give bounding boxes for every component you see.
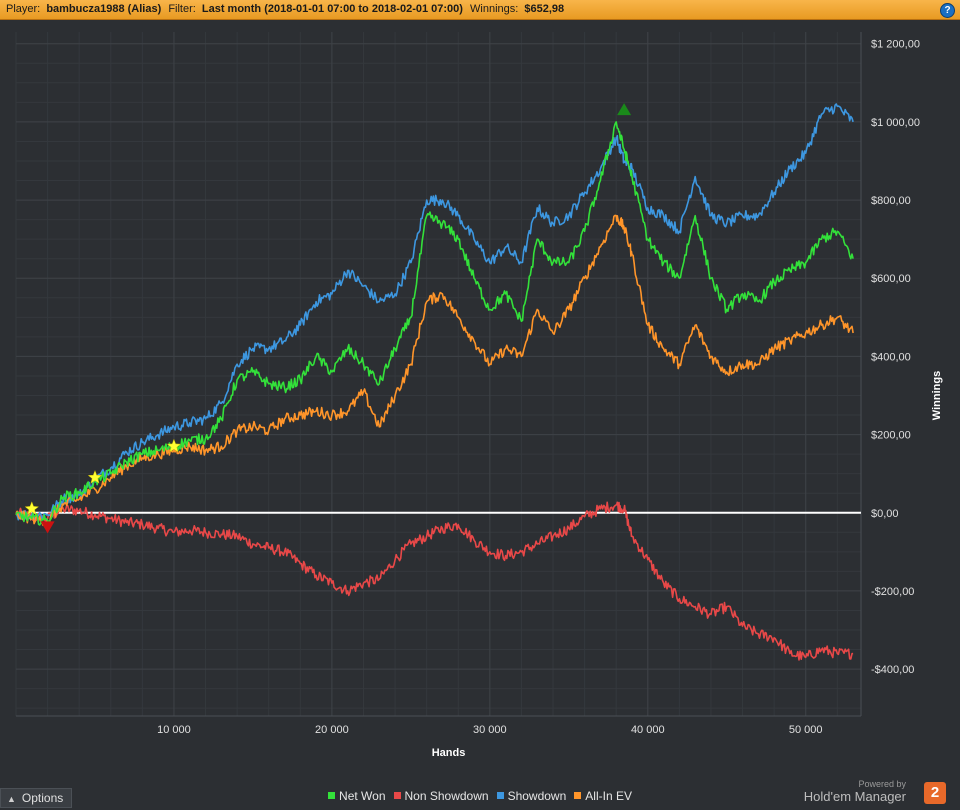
legend-label: Net Won <box>339 789 386 803</box>
winnings-graph[interactable]: 10 000 20 000 30 000 40 000 50 000 $1 200,00 $… <box>0 20 960 788</box>
winnings-label: Winnings: <box>470 3 519 15</box>
winnings-value: $652,98 <box>524 3 565 15</box>
y-tick-label: $1 200,00 <box>871 39 920 51</box>
y-tick-label: $600,00 <box>871 273 911 285</box>
y-tick-label: $400,00 <box>871 351 911 363</box>
legend-swatch <box>328 792 336 799</box>
y-tick-label: -$400,00 <box>871 664 914 676</box>
player-label: Player: <box>6 3 41 15</box>
x-axis-title: Hands <box>432 747 466 759</box>
legend-item-showdown[interactable]: Showdown <box>496 788 567 804</box>
legend-swatch <box>496 792 504 799</box>
y-tick-label: $800,00 <box>871 195 911 207</box>
legend-item-net-won[interactable]: Net Won <box>328 788 386 804</box>
filter-label: Filter: <box>168 3 196 15</box>
chart-svg: 10 000 20 000 30 000 40 000 50 000 $1 200,00 $… <box>15 32 943 759</box>
y-tick-label: $200,00 <box>871 430 911 442</box>
brand-block: Powered by Hold'em Manager 2 <box>796 779 946 807</box>
legend-swatch <box>574 792 582 799</box>
x-tick-label: 10 000 <box>157 724 191 736</box>
legend-item-all-in-ev[interactable]: All-In EV <box>574 788 632 804</box>
y-axis-title: Winnings <box>931 371 943 420</box>
powered-by-text: Powered by <box>858 779 906 789</box>
player-value[interactable]: bambucza1988 (Alias) <box>46 3 161 15</box>
x-tick-label: 20 000 <box>315 724 349 736</box>
filter-bar: Player: bambucza1988 (Alias) Filter: Las… <box>0 0 960 20</box>
x-tick-label: 30 000 <box>473 724 507 736</box>
brand-name: Hold'em Manager <box>803 789 906 804</box>
legend-label: Showdown <box>507 789 567 803</box>
legend-label: Non Showdown <box>404 789 489 803</box>
legend-swatch <box>393 792 401 799</box>
y-tick-label: -$200,00 <box>871 586 914 598</box>
filter-value[interactable]: Last month (2018-01-01 07:00 to 2018-02-… <box>202 3 463 15</box>
x-tick-label: 50 000 <box>789 724 823 736</box>
y-tick-label: $1 000,00 <box>871 117 920 129</box>
x-tick-label: 40 000 <box>631 724 665 736</box>
legend-label: All-In EV <box>585 789 632 803</box>
y-tick-label: $0,00 <box>871 508 899 520</box>
help-icon[interactable]: ? <box>940 3 955 18</box>
brand-logo-icon: 2 <box>924 782 946 804</box>
legend-item-non-showdown[interactable]: Non Showdown <box>393 788 489 804</box>
